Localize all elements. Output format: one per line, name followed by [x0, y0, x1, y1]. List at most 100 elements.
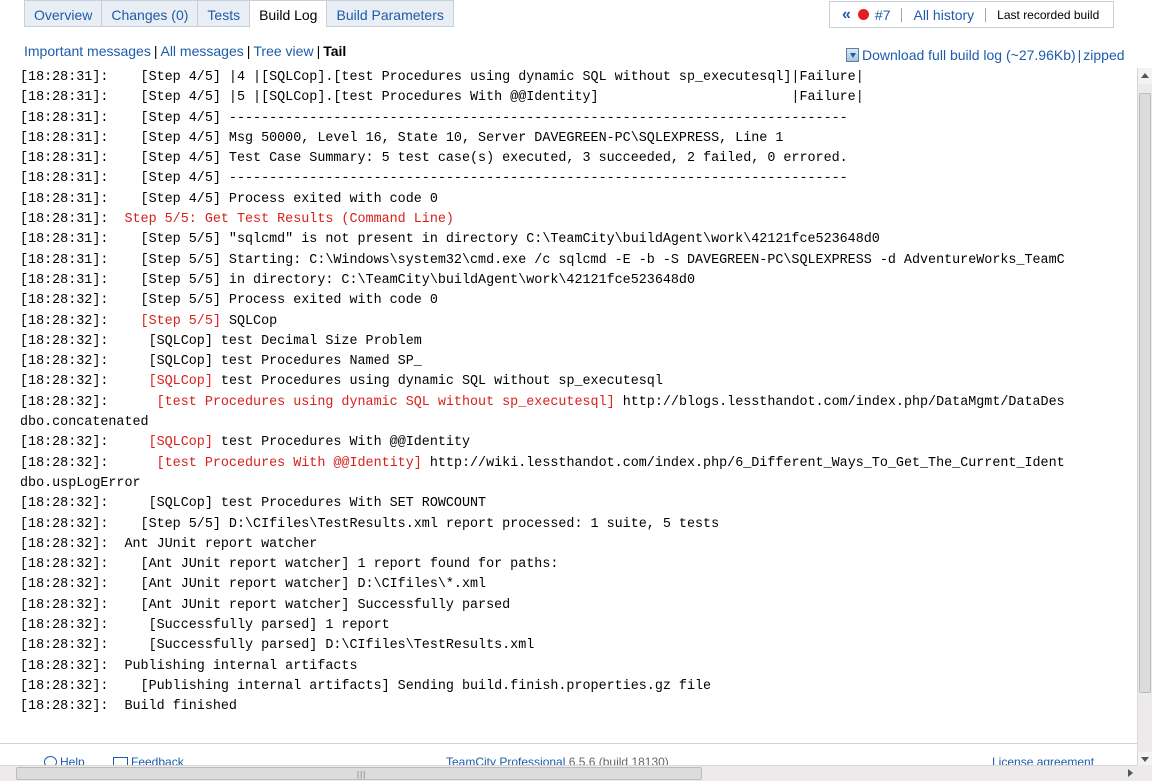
download-icon	[846, 48, 859, 62]
log-text: [18:28:32]:	[20, 313, 141, 329]
scroll-up-icon[interactable]	[1138, 68, 1152, 84]
log-highlight: [SQLCop]	[148, 435, 213, 451]
log-line: [18:28:32]: [Step 5/5] Process exited wi…	[20, 291, 1135, 311]
log-view-filters: Important messages | All messages | Tree vie…	[24, 43, 346, 59]
log-line: [18:28:32]: [Step 5/5] SQLCop	[20, 312, 1135, 332]
log-text: [18:28:31]: [Step 4/5] Test Case Summary…	[20, 151, 848, 167]
tab-overview[interactable]: Overview	[24, 0, 102, 27]
log-text: [18:28:32]: [SQLCop] test Procedures Nam…	[20, 354, 422, 370]
log-line: [18:28:31]: [Step 4/5] Process exited wi…	[20, 190, 1135, 210]
separator: |	[1077, 47, 1082, 63]
log-text: SQLCop	[220, 313, 278, 329]
log-text: [18:28:31]: [Step 4/5] Process exited wi…	[20, 191, 438, 207]
all-history-link[interactable]: All history	[913, 7, 974, 23]
vertical-scrollbar[interactable]	[1137, 68, 1152, 768]
log-text: [18:28:31]: [Step 4/5] Msg 50000, Level …	[20, 130, 784, 146]
log-text: [18:28:32]: [Ant JUnit report watcher] S…	[20, 597, 511, 613]
log-line: [18:28:32]: [Ant JUnit report watcher] 1…	[20, 555, 1135, 575]
log-text: [18:28:32]: [Publishing internal artifac…	[20, 678, 712, 694]
important-messages-link[interactable]: Important messages	[24, 43, 151, 59]
log-text: [18:28:31]: [Step 4/5] -----------------…	[20, 171, 848, 187]
log-text: [18:28:32]: [Step 5/5] D:\CIfiles\TestRe…	[20, 516, 720, 532]
log-text: [18:28:31]: [Step 5/5] in directory: C:\…	[20, 272, 695, 288]
log-highlight: Step 5/5: Get Test Results (Command Line…	[124, 212, 454, 228]
separator: |	[153, 43, 158, 59]
log-highlight: [Step 5/5]	[140, 313, 221, 329]
log-text: [18:28:31]: [Step 4/5] |4 |[SQLCop].[tes…	[20, 70, 864, 85]
separator	[985, 7, 987, 22]
log-text: [18:28:32]: [Successfully parsed] D:\CIf…	[20, 638, 535, 654]
log-text: [18:28:32]: Publishing internal artifact…	[20, 658, 358, 674]
scroll-right-icon[interactable]	[1128, 769, 1133, 777]
download-full-log-link[interactable]: Download full build log (~27.96Kb)	[862, 47, 1076, 63]
log-text: dbo.concatenated	[20, 415, 149, 431]
log-text: [18:28:31]: [Step 4/5] |5 |[SQLCop].[tes…	[20, 90, 864, 106]
build-log-output: [18:28:31]: [Step 4/5] |4 |[SQLCop].[tes…	[20, 68, 1135, 728]
log-line: [18:28:31]: [Step 4/5] -----------------…	[20, 169, 1135, 189]
log-line: [18:28:32]: [SQLCop] test Procedures Nam…	[20, 352, 1135, 372]
log-text: [18:28:32]: [Step 5/5] Process exited wi…	[20, 293, 438, 309]
tree-view-link[interactable]: Tree view	[253, 43, 313, 59]
log-text: [18:28:32]: [Ant JUnit report watcher] 1…	[20, 557, 559, 573]
log-highlight: [test Procedures With @@Identity]	[156, 455, 422, 471]
log-highlight: [SQLCop]	[148, 374, 213, 390]
tab-build-parameters[interactable]: Build Parameters	[326, 0, 454, 27]
log-line: [18:28:31]: [Step 5/5] in directory: C:\…	[20, 271, 1135, 291]
log-text: [18:28:32]:	[20, 435, 149, 451]
separator	[901, 7, 903, 22]
log-line: [18:28:32]: [Successfully parsed] D:\CIf…	[20, 636, 1135, 656]
tab-build-log[interactable]: Build Log	[249, 0, 327, 28]
log-text: [18:28:32]:	[20, 455, 157, 471]
log-highlight: [test Procedures using dynamic SQL witho…	[156, 394, 615, 410]
log-text: [18:28:32]: [Ant JUnit report watcher] D…	[20, 577, 487, 593]
log-line: [18:28:31]: Step 5/5: Get Test Results (…	[20, 210, 1135, 230]
vertical-scroll-thumb[interactable]	[1139, 93, 1151, 693]
log-line: [18:28:31]: [Step 4/5] Msg 50000, Level …	[20, 129, 1135, 149]
log-line: [18:28:31]: [Step 5/5] Starting: C:\Wind…	[20, 251, 1135, 271]
scrollbar-corner	[1137, 765, 1152, 781]
log-line: [18:28:32]: [test Procedures With @@Iden…	[20, 454, 1135, 474]
log-line: [18:28:32]: Build finished	[20, 697, 1135, 717]
log-line: [18:28:32]: [SQLCop] test Decimal Size P…	[20, 332, 1135, 352]
all-messages-link[interactable]: All messages	[160, 43, 243, 59]
build-tabs: Overview Changes (0) Tests Build Log Bui…	[24, 0, 454, 28]
log-text: [18:28:32]: [SQLCop] test Procedures Wit…	[20, 496, 487, 512]
log-text: [18:28:32]: Build finished	[20, 699, 237, 715]
log-text: [18:28:32]: Ant JUnit report watcher	[20, 536, 318, 552]
log-text: [18:28:32]: [Successfully parsed] 1 repo…	[20, 618, 390, 634]
build-history-nav: « #7 All history Last recorded build	[829, 1, 1114, 28]
log-line: [18:28:32]: [Publishing internal artifac…	[20, 677, 1135, 697]
log-text: [18:28:31]: [Step 5/5] "sqlcmd" is not p…	[20, 232, 880, 248]
previous-build-icon[interactable]: «	[842, 6, 851, 24]
horizontal-scroll-thumb[interactable]: |||	[16, 767, 702, 780]
tab-tests[interactable]: Tests	[197, 0, 250, 27]
log-line: [18:28:32]: [SQLCop] test Procedures usi…	[20, 372, 1135, 392]
log-line: dbo.uspLogError	[20, 474, 1135, 494]
log-text: [18:28:31]:	[20, 212, 125, 228]
horizontal-scrollbar[interactable]: |||	[0, 765, 1137, 781]
log-line: [18:28:31]: [Step 5/5] "sqlcmd" is not p…	[20, 230, 1135, 250]
log-line: [18:28:32]: [Ant JUnit report watcher] D…	[20, 575, 1135, 595]
download-log: Download full build log (~27.96Kb) | zip…	[846, 47, 1125, 63]
log-line: [18:28:32]: Publishing internal artifact…	[20, 657, 1135, 677]
tab-changes[interactable]: Changes (0)	[101, 0, 198, 27]
log-text: test Procedures With @@Identity	[212, 435, 471, 451]
last-recorded-build-label: Last recorded build	[997, 7, 1100, 22]
build-number-link[interactable]: #7	[875, 7, 891, 23]
log-line: [18:28:32]: [SQLCop] test Procedures Wit…	[20, 433, 1135, 453]
log-text: http://wiki.lessthandot.com/index.php/6_…	[421, 455, 1065, 471]
log-text: [18:28:31]: [Step 5/5] Starting: C:\Wind…	[20, 252, 1065, 268]
log-line: [18:28:32]: [Ant JUnit report watcher] S…	[20, 596, 1135, 616]
log-line: [18:28:32]: [Successfully parsed] 1 repo…	[20, 616, 1135, 636]
tail-view-current: Tail	[323, 43, 347, 59]
log-text: [18:28:32]:	[20, 374, 149, 390]
failed-status-icon	[857, 9, 869, 20]
separator: |	[246, 43, 251, 59]
log-line: [18:28:32]: [Step 5/5] D:\CIfiles\TestRe…	[20, 515, 1135, 535]
log-line: [18:28:32]: Ant JUnit report watcher	[20, 535, 1135, 555]
log-text: [18:28:32]: [SQLCop] test Decimal Size P…	[20, 333, 422, 349]
log-text: http://blogs.lessthandot.com/index.php/D…	[614, 394, 1065, 410]
download-zipped-link[interactable]: zipped	[1083, 47, 1124, 63]
log-text: dbo.uspLogError	[20, 475, 141, 491]
log-text: [18:28:31]: [Step 4/5] -----------------…	[20, 110, 848, 126]
